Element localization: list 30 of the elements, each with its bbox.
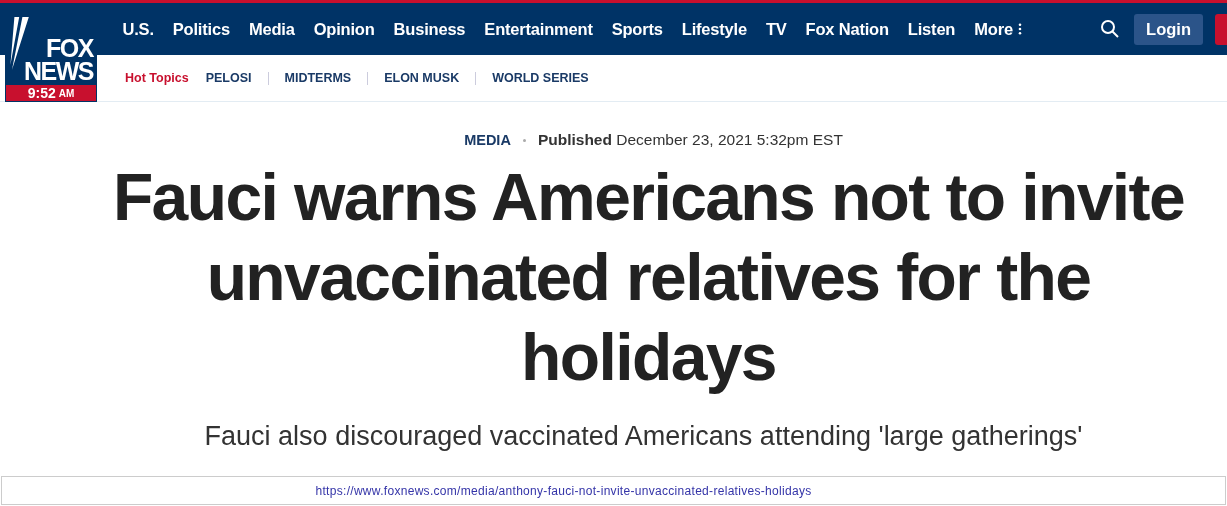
clock-meridiem: AM	[58, 87, 75, 99]
nav-link[interactable]: Lifestyle	[681, 19, 747, 39]
logo-text: FOX	[46, 37, 93, 60]
section-link[interactable]: MEDIA	[464, 132, 511, 148]
topic-link[interactable]: WORLD SERIES	[492, 71, 589, 85]
nav-link[interactable]: TV	[765, 19, 787, 39]
clock-time: 9:52	[27, 85, 56, 101]
topic-link[interactable]: MIDTERMS	[284, 71, 352, 85]
nav-link[interactable]: Fox Nation	[805, 19, 889, 39]
nav-link[interactable]: U.S.	[122, 19, 154, 39]
subheadline: Fauci also discouraged vaccinated Americans attending 'large gatherings'	[204, 421, 1083, 452]
nav-link[interactable]: Business	[393, 19, 466, 39]
nav-link[interactable]: Politics	[172, 19, 230, 39]
logo[interactable]: FOX NEWS 9:52 AM	[5, 10, 97, 102]
search-icon[interactable]	[1100, 19, 1121, 39]
nav-link[interactable]: Entertainment	[484, 19, 593, 39]
more-menu[interactable]: More	[974, 19, 1022, 39]
nav-link[interactable]: Sports	[611, 19, 663, 39]
nav-link[interactable]: Opinion	[313, 19, 375, 39]
nav-link[interactable]: Listen	[907, 19, 956, 39]
headline: Fauci warns Americans not to invite unvaccinated relatives for the holidays	[111, 159, 1186, 396]
hot-topics-label: Hot Topics	[125, 71, 189, 85]
topic-link[interactable]: PELOSI	[205, 71, 252, 85]
dots-icon	[1017, 23, 1022, 35]
nav-link[interactable]: Media	[248, 19, 295, 39]
login-button[interactable]: Login	[1134, 13, 1203, 45]
url-text: https://www.foxnews.com/media/anthony-fauci-not-invite-unvaccinated-relatives-holidays	[315, 483, 812, 498]
publish-date: Published December 23, 2021 5:32pm EST	[537, 131, 843, 149]
topic-link[interactable]: ELON MUSK	[384, 71, 460, 85]
logo-text: NEWS	[24, 60, 93, 83]
